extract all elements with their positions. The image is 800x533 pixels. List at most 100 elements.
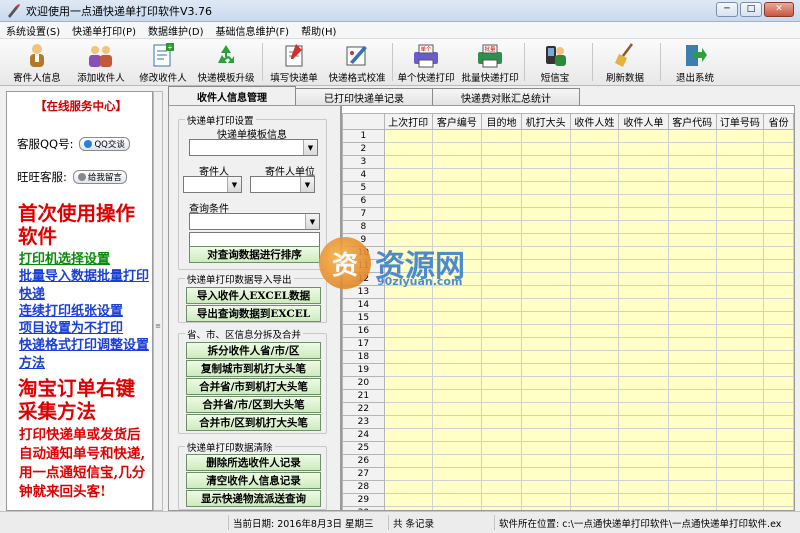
table-cell[interactable] xyxy=(618,168,669,182)
table-cell[interactable] xyxy=(618,207,669,221)
minimize-button[interactable]: ─ xyxy=(716,2,738,17)
table-cell[interactable] xyxy=(481,324,522,338)
table-cell[interactable] xyxy=(569,402,620,416)
batch-import-link[interactable]: 批量导入数据批量打印快递 xyxy=(19,268,149,303)
table-cell[interactable] xyxy=(431,311,483,325)
table-cell[interactable] xyxy=(383,350,433,364)
table-cell[interactable] xyxy=(667,207,717,221)
table-cell[interactable] xyxy=(667,311,717,325)
table-cell[interactable] xyxy=(667,220,717,234)
table-cell[interactable] xyxy=(431,350,483,364)
table-cell[interactable] xyxy=(383,207,433,221)
table-cell[interactable] xyxy=(763,467,794,481)
table-cell[interactable] xyxy=(667,142,717,156)
first-use-link[interactable]: 首次使用操作软件 xyxy=(18,202,142,248)
table-cell[interactable] xyxy=(618,376,669,390)
table-cell[interactable] xyxy=(618,233,669,247)
taobao-collect-link[interactable]: 淘宝订单右键采集方法 xyxy=(18,377,142,423)
printer-setup-link[interactable]: 打印机选择设置 xyxy=(19,251,149,269)
table-cell[interactable] xyxy=(715,181,765,195)
table-cell[interactable] xyxy=(481,298,522,312)
table-row[interactable]: 21 xyxy=(342,389,794,403)
refresh-button[interactable]: 刷新数据 xyxy=(598,41,652,84)
table-cell[interactable] xyxy=(763,181,794,195)
table-cell[interactable] xyxy=(383,428,433,442)
table-cell[interactable] xyxy=(715,324,765,338)
table-cell[interactable] xyxy=(520,259,571,273)
table-cell[interactable] xyxy=(715,311,765,325)
table-cell[interactable] xyxy=(520,389,571,403)
table-cell[interactable] xyxy=(569,155,620,169)
table-cell[interactable] xyxy=(481,259,522,273)
table-cell[interactable] xyxy=(715,467,765,481)
table-cell[interactable] xyxy=(383,194,433,208)
maximize-button[interactable]: □ xyxy=(740,2,762,17)
table-cell[interactable] xyxy=(431,415,483,429)
table-cell[interactable] xyxy=(481,181,522,195)
table-cell[interactable] xyxy=(520,441,571,455)
table-cell[interactable] xyxy=(618,428,669,442)
table-cell[interactable] xyxy=(481,402,522,416)
table-cell[interactable] xyxy=(715,415,765,429)
table-row[interactable]: 19 xyxy=(342,363,794,377)
table-cell[interactable] xyxy=(667,454,717,468)
table-cell[interactable] xyxy=(667,467,717,481)
table-cell[interactable] xyxy=(431,168,483,182)
tab-recipient-info[interactable]: 收件人信息管理 xyxy=(168,86,296,105)
table-cell[interactable] xyxy=(763,220,794,234)
table-cell[interactable] xyxy=(481,129,522,143)
table-cell[interactable] xyxy=(569,285,620,299)
close-button[interactable]: ✕ xyxy=(764,2,794,17)
table-cell[interactable] xyxy=(569,194,620,208)
merge-city-district-button[interactable]: 合并市/区到机打大头笔 xyxy=(186,414,321,431)
table-cell[interactable] xyxy=(520,207,571,221)
table-cell[interactable] xyxy=(520,324,571,338)
table-cell[interactable] xyxy=(763,168,794,182)
menu-basic-info[interactable]: 基础信息维护(F) xyxy=(210,23,296,38)
table-cell[interactable] xyxy=(667,168,717,182)
table-cell[interactable] xyxy=(715,285,765,299)
table-cell[interactable] xyxy=(569,337,620,351)
table-cell[interactable] xyxy=(715,142,765,156)
menu-system-settings[interactable]: 系统设置(S) xyxy=(0,23,66,38)
table-cell[interactable] xyxy=(383,454,433,468)
table-cell[interactable] xyxy=(431,428,483,442)
table-cell[interactable] xyxy=(763,155,794,169)
delete-selected-button[interactable]: 删除所选收件人记录 xyxy=(186,454,321,471)
table-cell[interactable] xyxy=(667,194,717,208)
table-cell[interactable] xyxy=(618,142,669,156)
table-cell[interactable] xyxy=(481,493,522,507)
table-row[interactable]: 17 xyxy=(342,337,794,351)
table-cell[interactable] xyxy=(481,207,522,221)
table-cell[interactable] xyxy=(715,298,765,312)
table-cell[interactable] xyxy=(667,480,717,494)
table-cell[interactable] xyxy=(431,298,483,312)
table-cell[interactable] xyxy=(481,454,522,468)
table-cell[interactable] xyxy=(481,233,522,247)
table-cell[interactable] xyxy=(715,441,765,455)
export-excel-button[interactable]: 导出查询数据到EXCEL xyxy=(186,305,321,322)
table-cell[interactable] xyxy=(520,376,571,390)
table-cell[interactable] xyxy=(569,142,620,156)
table-cell[interactable] xyxy=(715,376,765,390)
table-cell[interactable] xyxy=(763,129,794,143)
qq-chat-button[interactable]: QQ交谈 xyxy=(79,137,130,151)
sender-unit-select[interactable]: ▼ xyxy=(250,176,315,193)
table-cell[interactable] xyxy=(481,428,522,442)
table-cell[interactable] xyxy=(431,402,483,416)
table-cell[interactable] xyxy=(715,428,765,442)
table-cell[interactable] xyxy=(481,220,522,234)
table-cell[interactable] xyxy=(569,350,620,364)
table-cell[interactable] xyxy=(520,168,571,182)
table-cell[interactable] xyxy=(520,129,571,143)
table-cell[interactable] xyxy=(763,350,794,364)
column-header[interactable]: 订单号码 xyxy=(715,113,765,130)
query-condition-select[interactable]: ▼ xyxy=(189,213,320,230)
table-cell[interactable] xyxy=(481,142,522,156)
table-cell[interactable] xyxy=(618,194,669,208)
table-cell[interactable] xyxy=(383,363,433,377)
table-cell[interactable] xyxy=(383,220,433,234)
table-cell[interactable] xyxy=(618,350,669,364)
menu-express-print[interactable]: 快递单打印(P) xyxy=(66,23,142,38)
table-cell[interactable] xyxy=(667,129,717,143)
